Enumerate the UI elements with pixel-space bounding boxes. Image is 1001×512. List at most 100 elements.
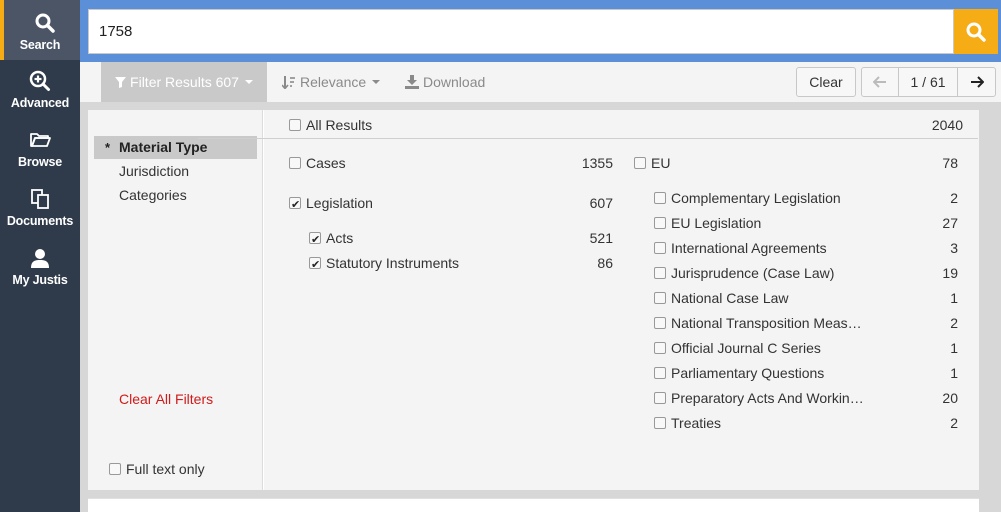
checkbox[interactable] [654, 292, 666, 304]
prev-page-button[interactable] [861, 67, 899, 97]
option-count: 2 [950, 190, 958, 206]
checkbox[interactable] [634, 157, 646, 169]
checkbox[interactable] [289, 157, 301, 169]
option-count: 521 [589, 230, 613, 246]
all-results-option[interactable]: All Results 2040 [289, 115, 963, 135]
checkbox[interactable] [654, 392, 666, 404]
option-count: 1 [950, 340, 958, 356]
category-jurisdiction[interactable]: Jurisdiction [94, 160, 257, 183]
option-count: 1 [950, 290, 958, 306]
zoom-plus-icon [29, 70, 50, 91]
checkbox[interactable] [289, 119, 301, 131]
category-material-type[interactable]: * Material Type [94, 136, 257, 159]
checkbox[interactable] [654, 367, 666, 379]
full-text-only-label: Full text only [126, 461, 205, 477]
option-count: 3 [950, 240, 958, 256]
folder-icon [30, 133, 51, 147]
option-count: 1355 [581, 155, 613, 171]
option-count: 20 [942, 390, 958, 406]
checkbox-checked[interactable] [309, 230, 321, 250]
download-icon [405, 75, 419, 89]
checkbox[interactable] [654, 267, 666, 279]
option-label: Preparatory Acts And Workin… [671, 390, 864, 406]
nav-search[interactable]: Search [0, 0, 80, 60]
option-label: EU [651, 155, 671, 171]
eu-option[interactable]: EU Legislation 27 [654, 213, 958, 233]
checkbox-checked[interactable] [289, 195, 301, 215]
scrollbar[interactable] [980, 102, 1001, 512]
option-count: 1 [950, 365, 958, 381]
caret-down-icon [244, 80, 253, 84]
search-input[interactable] [88, 9, 954, 54]
checkbox[interactable] [654, 242, 666, 254]
checkbox[interactable] [109, 463, 121, 475]
eu-option[interactable]: International Agreements 3 [654, 238, 958, 258]
option-count: 86 [597, 255, 613, 271]
option-label: EU Legislation [671, 215, 762, 231]
page-indicator: 1 / 61 [898, 67, 958, 97]
option-eu[interactable]: EU 78 [634, 153, 958, 173]
documents-icon [31, 189, 49, 209]
option-count: 607 [589, 195, 613, 211]
filter-categories: * Material Type Jurisdiction Categories … [88, 110, 263, 490]
eu-option[interactable]: National Transposition Meas… 2 [654, 313, 958, 333]
search-icon [966, 22, 986, 42]
option-label: Cases [306, 155, 346, 171]
results-list-top [88, 498, 979, 512]
option-label: Jurisprudence (Case Law) [671, 265, 835, 281]
clear-button[interactable]: Clear [796, 67, 856, 97]
eu-option[interactable]: Treaties 2 [654, 413, 958, 433]
filter-results-button[interactable]: Filter Results 607 [101, 62, 267, 102]
option-label: All Results [306, 117, 373, 133]
arrow-right-icon [970, 76, 984, 88]
category-label: Material Type [119, 139, 208, 155]
nav-browse[interactable]: Browse [0, 129, 80, 187]
option-label: International Agreements [671, 240, 827, 256]
relevance-label: Relevance [300, 74, 367, 90]
checkbox[interactable] [654, 217, 666, 229]
sidebar-nav: Search Advanced Browse Documents My Just… [0, 0, 80, 512]
search-icon [35, 13, 55, 33]
checkbox[interactable] [654, 342, 666, 354]
category-categories[interactable]: Categories [94, 184, 257, 207]
eu-option[interactable]: Parliamentary Questions 1 [654, 363, 958, 383]
eu-option[interactable]: Jurisprudence (Case Law) 19 [654, 263, 958, 283]
option-acts[interactable]: Acts 521 [309, 228, 613, 250]
caret-down-icon [372, 80, 381, 84]
option-label: National Case Law [671, 290, 789, 306]
option-count: 2 [950, 415, 958, 431]
option-label: National Transposition Meas… [671, 315, 862, 331]
sort-icon [282, 76, 295, 89]
funnel-icon [115, 76, 127, 88]
nav-my-justis[interactable]: My Justis [0, 247, 80, 305]
clear-label: Clear [809, 74, 843, 90]
checkbox[interactable] [654, 417, 666, 429]
clear-all-filters-link[interactable]: Clear All Filters [119, 391, 213, 407]
option-count: 2040 [931, 117, 963, 133]
option-count: 78 [942, 155, 958, 171]
option-label: Treaties [671, 415, 722, 431]
nav-advanced[interactable]: Advanced [0, 70, 80, 128]
next-page-button[interactable] [957, 67, 996, 97]
option-statutory-instruments[interactable]: Statutory Instruments 86 [309, 253, 613, 275]
eu-option[interactable]: Preparatory Acts And Workin… 20 [654, 388, 958, 408]
full-text-only-checkbox[interactable]: Full text only [109, 459, 249, 479]
download-button[interactable]: Download [405, 62, 485, 102]
eu-option[interactable]: Complementary Legislation 2 [654, 188, 958, 208]
nav-browse-label: Browse [18, 155, 62, 169]
active-marker: * [105, 140, 111, 155]
checkbox-checked[interactable] [309, 255, 321, 275]
eu-option[interactable]: National Case Law 1 [654, 288, 958, 308]
option-cases[interactable]: Cases 1355 [289, 153, 613, 173]
checkbox[interactable] [654, 192, 666, 204]
option-label: Complementary Legislation [671, 190, 841, 206]
option-label: Statutory Instruments [326, 255, 460, 271]
divider [198, 138, 978, 139]
eu-option[interactable]: Official Journal C Series 1 [654, 338, 958, 358]
option-legislation[interactable]: Legislation 607 [289, 193, 613, 215]
checkbox[interactable] [654, 317, 666, 329]
relevance-sort-button[interactable]: Relevance [282, 62, 381, 102]
option-label: Acts [326, 230, 354, 246]
search-button[interactable] [954, 9, 998, 54]
nav-documents[interactable]: Documents [0, 188, 80, 246]
